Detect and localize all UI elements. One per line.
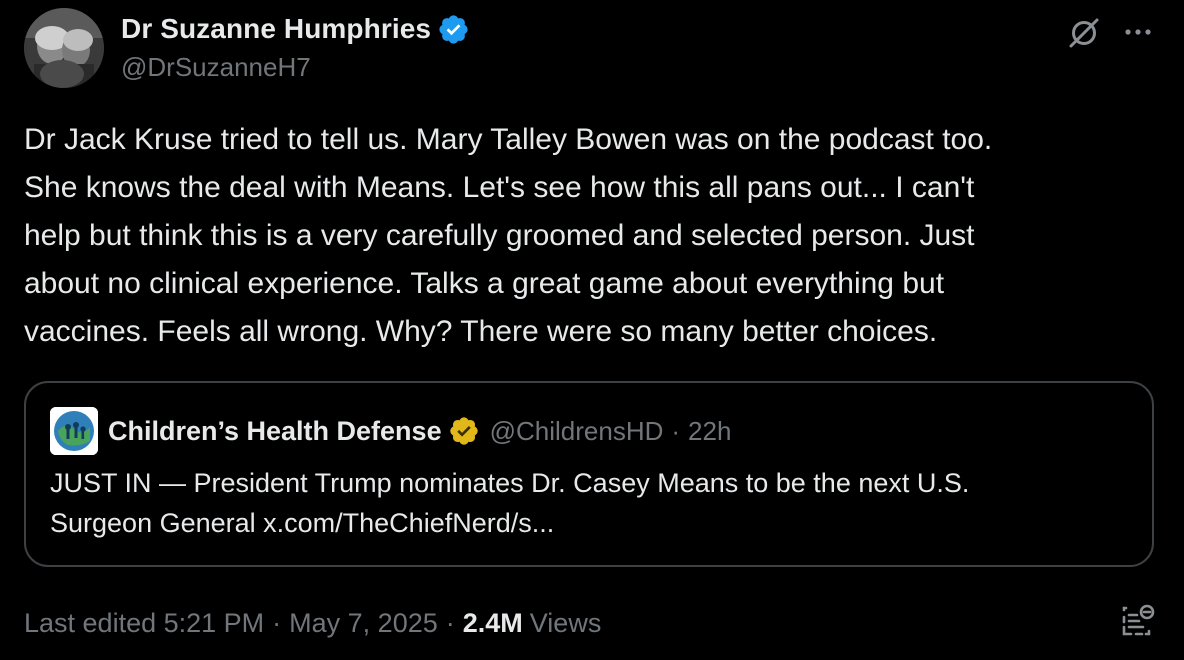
last-edited-time[interactable]: Last edited 5:21 PM xyxy=(24,608,264,639)
views-label: Views xyxy=(529,607,602,638)
quoted-post-header: Children’s Health Defense @ChildrensHD ·… xyxy=(108,411,731,451)
quoted-post-text: JUST IN — President Trump nominates Dr. … xyxy=(50,468,970,538)
author-name-row: Dr Suzanne Humphries xyxy=(121,10,470,48)
author-avatar[interactable] xyxy=(24,8,104,88)
quoted-post-card[interactable]: Children’s Health Defense @ChildrensHD ·… xyxy=(24,381,1154,567)
analytics-icon[interactable] xyxy=(1116,600,1158,642)
gold-verified-badge-icon[interactable] xyxy=(448,415,480,447)
views-count: 2.4M xyxy=(462,607,523,638)
grok-icon[interactable] xyxy=(1066,15,1102,51)
author-handle[interactable]: @DrSuzanneH7 xyxy=(121,52,311,83)
post-date[interactable]: May 7, 2025 xyxy=(289,608,438,639)
quoted-header-separator: · xyxy=(671,415,681,446)
author-display-name[interactable]: Dr Suzanne Humphries xyxy=(121,13,431,45)
post-text: Dr Jack Kruse tried to tell us. Mary Tal… xyxy=(24,123,993,348)
meta-separator: · xyxy=(445,607,455,638)
quoted-author-name[interactable]: Children’s Health Defense xyxy=(108,416,442,447)
quoted-post-time[interactable]: 22h xyxy=(688,416,731,447)
meta-separator: · xyxy=(272,607,282,638)
quoted-author-handle[interactable]: @ChildrensHD xyxy=(490,416,664,447)
post-meta: Last edited 5:21 PM · May 7, 2025 · 2.4M… xyxy=(24,603,601,643)
quoted-author-avatar[interactable] xyxy=(50,407,98,455)
tweet: Dr Suzanne Humphries @DrSuzanneH7 Dr Jac… xyxy=(0,0,1184,660)
more-options-icon[interactable] xyxy=(1120,14,1156,50)
verified-badge-icon[interactable] xyxy=(437,13,470,46)
